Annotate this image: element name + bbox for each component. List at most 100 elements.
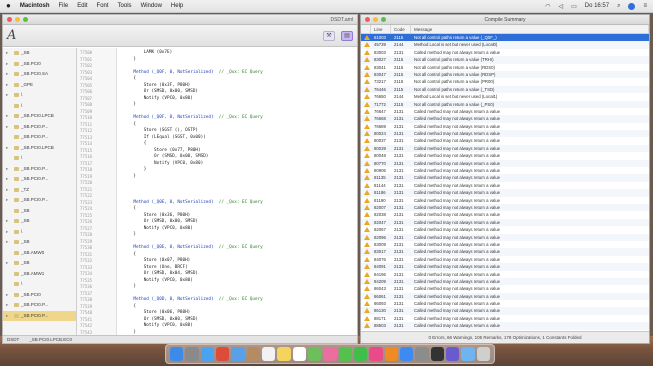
summary-row[interactable]: 76650 2144 Method Local is set but never u… (361, 93, 649, 100)
patch-button[interactable]: ▤ (341, 30, 353, 41)
summary-row[interactable]: 86130 2131 Called method may not always re… (361, 307, 649, 315)
reminders-icon[interactable] (292, 347, 306, 361)
siri-icon[interactable] (628, 2, 636, 10)
acpi-tree[interactable]: ▸ _SB ▸ _SB.PCI0 ▸ _SB.PCI0.SA ▸ _GPE ▸ \ \ ▸ _SB.PC… (3, 48, 77, 335)
disclosure-triangle-icon[interactable]: ▸ (6, 143, 12, 154)
tree-item[interactable]: ▸ _SB.PCI0.P... (3, 164, 76, 175)
tree-item[interactable]: ▸ _SB (3, 216, 76, 227)
disclosure-triangle-icon[interactable]: ▸ (6, 90, 12, 101)
tree-item[interactable]: ▸ _SB.PCI0.SA (3, 69, 76, 80)
volume-icon[interactable]: ◁ (558, 3, 563, 10)
summary-row[interactable]: 84091 2131 Called method may not always re… (361, 263, 649, 271)
finder-icon[interactable] (170, 347, 184, 361)
calendar-icon[interactable] (262, 347, 276, 361)
tree-item[interactable]: ▸ _TZ (3, 185, 76, 196)
summary-row[interactable]: 88503 2131 Called method may not always re… (361, 322, 649, 330)
folder-icon[interactable] (461, 347, 475, 361)
col-header-code[interactable]: Code (391, 25, 411, 33)
appstore-icon[interactable] (399, 347, 414, 361)
summary-row[interactable]: 82096 2131 Called method may not always re… (361, 233, 649, 241)
summary-row[interactable]: 83003 2131 Called method may not always re… (361, 49, 649, 56)
summary-row[interactable]: 76668 2131 Called method may not always re… (361, 115, 649, 123)
tree-item[interactable]: _SB.AMW1 (3, 269, 76, 280)
disclosure-triangle-icon[interactable]: ▸ (6, 311, 12, 322)
tree-item[interactable]: _SB (3, 206, 76, 217)
tree-item[interactable]: ▸ _SB.PCI0.P... (3, 174, 76, 185)
summary-row[interactable]: 88171 2131 Called method may not always re… (361, 315, 649, 322)
safari-icon[interactable] (200, 347, 215, 361)
wifi-icon[interactable]: ◠ (545, 3, 550, 10)
summary-row[interactable]: 84209 2131 Called method may not always re… (361, 277, 649, 286)
code-editor[interactable]: LAMK (0x7E) } Method (_Q0F, 0, NotSerial… (117, 48, 357, 335)
notification-center-icon[interactable]: ≡ (643, 3, 647, 9)
tree-item[interactable]: ▸ _SB.PCI0.LPCB (3, 143, 76, 154)
tree-item[interactable]: \ (3, 153, 76, 164)
summary-row[interactable]: 83027 2115 Not all control paths return a … (361, 56, 649, 64)
disclosure-triangle-icon[interactable]: ▸ (6, 216, 12, 227)
close-button[interactable] (7, 17, 12, 22)
battery-icon[interactable]: ▭ (571, 3, 577, 10)
menu-file[interactable]: File (59, 3, 69, 9)
tree-item[interactable]: ▸ _SB.PCI0 (3, 59, 76, 70)
messages-icon[interactable] (338, 347, 352, 361)
mail-icon[interactable] (231, 347, 245, 361)
spotlight-icon[interactable]: ⌕ (617, 3, 620, 10)
summary-row[interactable]: 86043 2131 Called method may not always re… (361, 285, 649, 292)
disclosure-triangle-icon[interactable]: ▸ (6, 258, 12, 269)
summary-row[interactable]: 82007 2131 Called method may not always re… (361, 203, 649, 212)
summary-row[interactable]: 45739 2144 Method Local is set but never u… (361, 41, 649, 49)
summary-list[interactable]: 61003 2115 Not all control paths return a … (361, 34, 649, 331)
tree-item[interactable]: ▸ _SB.PCI0.LPCB (3, 111, 76, 122)
summary-row[interactable]: 73217 2115 Not all control paths return a … (361, 78, 649, 85)
ibooks-icon[interactable] (384, 347, 398, 361)
col-header-line[interactable]: Line (371, 25, 391, 33)
menu-window[interactable]: Window (141, 3, 162, 9)
trash-icon[interactable] (476, 347, 490, 361)
summary-row[interactable]: 71772 2115 Not all control paths return a … (361, 100, 649, 108)
photos-icon[interactable] (323, 347, 337, 361)
menu-app-name[interactable]: Macintosh (20, 3, 50, 9)
disclosure-triangle-icon[interactable]: ▸ (6, 290, 12, 301)
summary-row[interactable]: 81186 2131 Called method may not always re… (361, 189, 649, 197)
tree-item[interactable]: ▸ _SB (3, 258, 76, 269)
disclosure-triangle-icon[interactable]: ▸ (6, 80, 12, 91)
summary-row[interactable]: 76647 2131 Called method may not always re… (361, 108, 649, 115)
itunes-icon[interactable] (369, 347, 383, 361)
tree-item[interactable]: _SB.PCI0.P... (3, 132, 76, 143)
terminal-icon[interactable] (430, 347, 444, 361)
summary-row[interactable]: 82067 2131 Called method may not always re… (361, 226, 649, 233)
summary-row[interactable]: 80906 2131 Called method may not always re… (361, 167, 649, 174)
chrome-icon[interactable] (216, 347, 230, 361)
summary-row[interactable]: 61003 2115 Not all control paths return a … (361, 34, 649, 42)
tree-item[interactable]: ▸ _SB.PCI0.P... (3, 310, 76, 322)
summary-row[interactable]: 80039 2131 Called method may not always re… (361, 144, 649, 153)
tree-item[interactable]: \ (3, 279, 76, 290)
clock[interactable]: Do 16:57 (585, 3, 609, 9)
facetime-icon[interactable] (353, 347, 368, 361)
menu-tools[interactable]: Tools (118, 3, 132, 9)
menu-font[interactable]: Font (97, 3, 109, 9)
menu-help[interactable]: Help (171, 3, 183, 9)
summary-row[interactable]: 76689 2131 Called method may not always re… (361, 123, 649, 130)
disclosure-triangle-icon[interactable]: ▸ (6, 164, 12, 175)
launchpad-icon[interactable] (185, 347, 199, 361)
disclosure-triangle-icon[interactable]: ▸ (6, 111, 12, 122)
summary-row[interactable]: 86093 2131 Called method may not always re… (361, 300, 649, 307)
disclosure-triangle-icon[interactable]: ▸ (6, 195, 12, 206)
zoom-button[interactable] (23, 17, 28, 22)
notes-icon[interactable] (277, 347, 291, 361)
maps-icon[interactable] (308, 347, 322, 361)
summary-row[interactable]: 80037 2131 Called method may not always re… (361, 137, 649, 144)
col-header-message[interactable]: Message (411, 25, 649, 33)
disclosure-triangle-icon[interactable]: ▸ (6, 227, 12, 238)
summary-row[interactable]: 80048 2131 Called method may not always re… (361, 152, 649, 159)
col-header-icon[interactable] (361, 25, 371, 33)
compile-button[interactable]: ⚒ (323, 30, 335, 41)
maciasl-icon[interactable] (445, 347, 460, 361)
tree-item[interactable]: ▸ _SB.PCI0.P... (3, 300, 76, 311)
summary-row[interactable]: 80770 2131 Called method may not always re… (361, 159, 649, 168)
tree-item[interactable]: ▸ _SB.PCI0.P... (3, 122, 76, 133)
disclosure-triangle-icon[interactable]: ▸ (6, 69, 12, 80)
summary-row[interactable]: 81144 2131 Called method may not always re… (361, 182, 649, 189)
tree-item[interactable]: ▸ _SB.PCI0.P... (3, 195, 76, 206)
